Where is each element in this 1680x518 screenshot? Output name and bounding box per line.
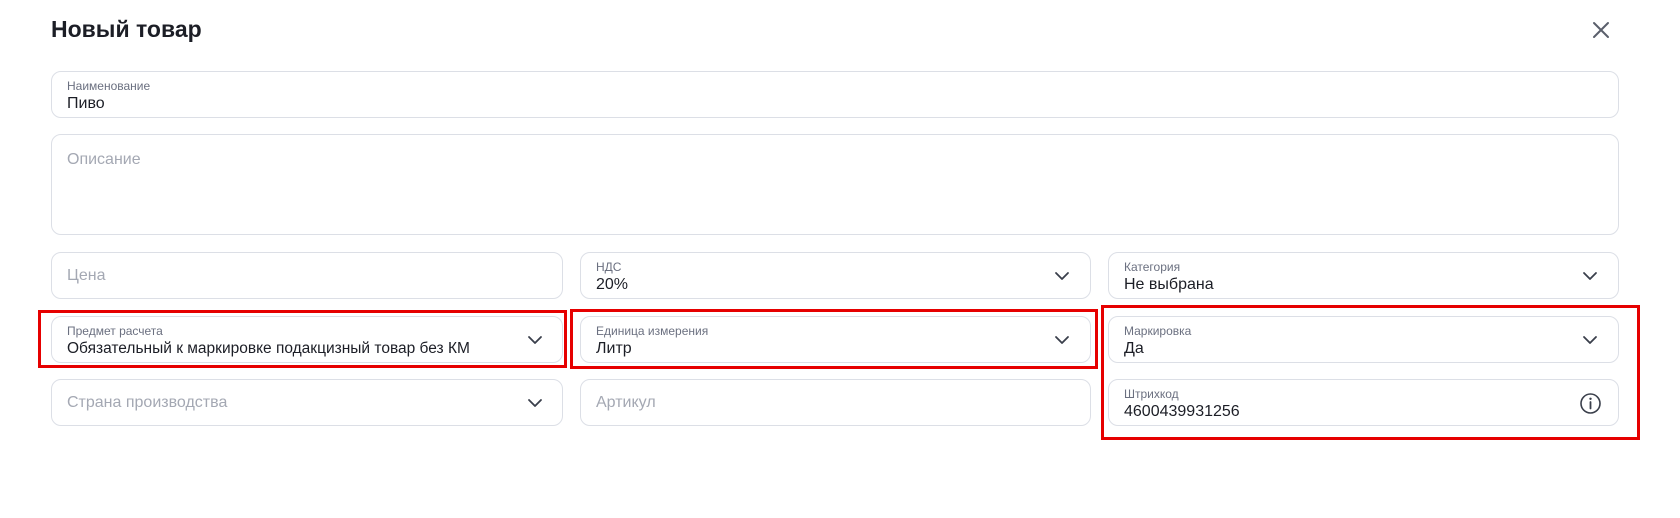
name-label: Наименование [67, 79, 151, 93]
price-field[interactable]: Цена [51, 252, 563, 299]
name-value: Пиво [67, 95, 105, 112]
chevron-down-icon [528, 399, 542, 407]
marking-select[interactable]: Маркировка Да [1108, 316, 1619, 363]
marking-value: Да [1124, 340, 1144, 357]
country-placeholder: Страна производства [67, 394, 228, 411]
payment-subject-value: Обязательный к маркировке подакцизный то… [67, 340, 470, 357]
vat-select[interactable]: НДС 20% [580, 252, 1091, 299]
vat-value: 20% [596, 276, 629, 293]
category-label: Категория [1124, 260, 1181, 274]
article-field[interactable]: Артикул [580, 379, 1091, 426]
chevron-down-icon [1583, 336, 1597, 344]
article-placeholder: Артикул [596, 394, 656, 411]
vat-label: НДС [596, 260, 622, 274]
price-placeholder: Цена [67, 267, 106, 284]
unit-select[interactable]: Единица измерения Литр [580, 316, 1091, 363]
payment-subject-label: Предмет расчета [67, 324, 163, 338]
chevron-down-icon [528, 336, 542, 344]
category-value: Не выбрана [1124, 276, 1214, 293]
barcode-field[interactable]: Штрихкод 4600439931256 [1108, 379, 1619, 426]
modal-title: Новый товар [51, 16, 202, 42]
unit-label: Единица измерения [596, 324, 709, 338]
country-select[interactable]: Страна производства [51, 379, 563, 426]
close-icon[interactable] [1590, 19, 1612, 41]
barcode-value: 4600439931256 [1124, 403, 1240, 420]
info-icon[interactable] [1579, 392, 1602, 415]
chevron-down-icon [1583, 272, 1597, 280]
unit-value: Литр [596, 340, 632, 357]
name-field[interactable]: Наименование Пиво [51, 71, 1619, 118]
barcode-label: Штрихкод [1124, 387, 1179, 401]
description-placeholder: Описание [67, 151, 141, 168]
description-field[interactable]: Описание [51, 134, 1619, 235]
category-select[interactable]: Категория Не выбрана [1108, 252, 1619, 299]
chevron-down-icon [1055, 336, 1069, 344]
chevron-down-icon [1055, 272, 1069, 280]
payment-subject-select[interactable]: Предмет расчета Обязательный к маркировк… [51, 316, 563, 363]
marking-label: Маркировка [1124, 324, 1192, 338]
